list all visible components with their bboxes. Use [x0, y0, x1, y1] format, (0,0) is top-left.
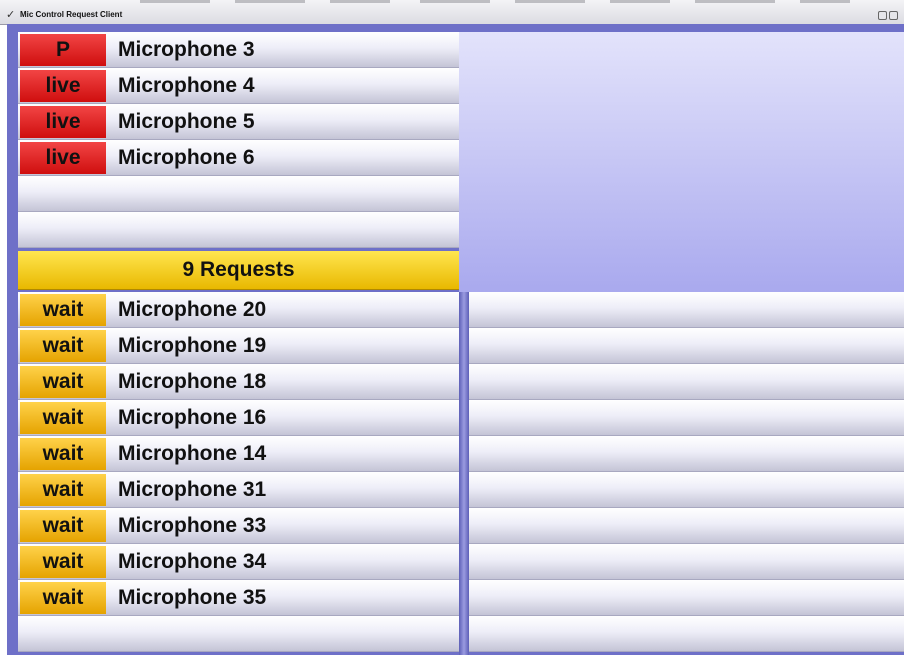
clipped-menu-text — [140, 0, 210, 3]
mic-label: Microphone 14 — [118, 442, 267, 465]
top-right-panel — [459, 32, 904, 292]
right-empty-slot[interactable] — [469, 544, 904, 580]
active-mic-row[interactable]: P Microphone 3 — [18, 32, 459, 68]
empty-mic-slot[interactable] — [18, 212, 459, 248]
right-empty-slot[interactable] — [469, 616, 904, 652]
status-badge: live — [20, 106, 106, 138]
request-row[interactable]: wait Microphone 35 — [18, 580, 459, 616]
status-badge: wait — [20, 474, 106, 506]
right-empty-slot[interactable] — [469, 508, 904, 544]
request-row[interactable]: wait Microphone 31 — [18, 472, 459, 508]
mic-label: Microphone 20 — [118, 298, 267, 321]
empty-mic-slot[interactable] — [18, 176, 459, 212]
mic-label: Microphone 35 — [118, 586, 267, 609]
right-empty-slot[interactable] — [469, 400, 904, 436]
request-row[interactable]: wait Microphone 19 — [18, 328, 459, 364]
clipped-menu-text — [330, 0, 390, 3]
maximize-button[interactable] — [889, 11, 898, 20]
clipped-menu-text — [610, 0, 670, 3]
status-badge: wait — [20, 546, 106, 578]
requests-header: 9 Requests — [18, 251, 459, 290]
column-divider[interactable] — [459, 292, 469, 655]
right-empty-slot[interactable] — [469, 364, 904, 400]
mic-label: Microphone 19 — [118, 334, 267, 357]
minimize-button[interactable] — [878, 11, 887, 20]
status-badge: P — [20, 34, 106, 66]
mic-label: Microphone 18 — [118, 370, 267, 393]
title-bar: ✓ Mic Control Request Client — [0, 0, 904, 25]
status-badge: wait — [20, 294, 106, 326]
mic-label: Microphone 6 — [118, 146, 255, 169]
status-badge: wait — [20, 366, 106, 398]
active-mic-row[interactable]: live Microphone 5 — [18, 104, 459, 140]
status-badge: wait — [20, 402, 106, 434]
window-title: Mic Control Request Client — [20, 10, 123, 19]
status-badge: live — [20, 70, 106, 102]
mic-label: Microphone 33 — [118, 514, 267, 537]
active-mic-row[interactable]: live Microphone 6 — [18, 140, 459, 176]
request-row[interactable]: wait Microphone 16 — [18, 400, 459, 436]
request-row[interactable]: wait Microphone 33 — [18, 508, 459, 544]
clipped-menu-text — [695, 0, 775, 3]
right-empty-slot[interactable] — [469, 472, 904, 508]
request-row[interactable]: wait Microphone 18 — [18, 364, 459, 400]
right-empty-slot[interactable] — [469, 292, 904, 328]
right-empty-slot[interactable] — [469, 328, 904, 364]
status-badge: wait — [20, 582, 106, 614]
right-empty-slot[interactable] — [469, 580, 904, 616]
mic-label: Microphone 3 — [118, 38, 255, 61]
status-badge: wait — [20, 330, 106, 362]
clipped-menu-text — [235, 0, 305, 3]
app-icon: ✓ — [6, 9, 16, 21]
status-badge: wait — [20, 510, 106, 542]
clipped-menu-text — [515, 0, 585, 3]
right-empty-slot[interactable] — [469, 436, 904, 472]
mic-label: Microphone 5 — [118, 110, 255, 133]
clipped-menu-text — [800, 0, 850, 3]
clipped-menu-text — [420, 0, 490, 3]
empty-request-slot[interactable] — [18, 616, 459, 652]
status-badge: wait — [20, 438, 106, 470]
mic-label: Microphone 16 — [118, 406, 267, 429]
status-badge: live — [20, 142, 106, 174]
mic-label: Microphone 34 — [118, 550, 267, 573]
active-mic-row[interactable]: live Microphone 4 — [18, 68, 459, 104]
mic-label: Microphone 31 — [118, 478, 267, 501]
request-row[interactable]: wait Microphone 14 — [18, 436, 459, 472]
mic-label: Microphone 4 — [118, 74, 255, 97]
request-row[interactable]: wait Microphone 34 — [18, 544, 459, 580]
request-row[interactable]: wait Microphone 20 — [18, 292, 459, 328]
